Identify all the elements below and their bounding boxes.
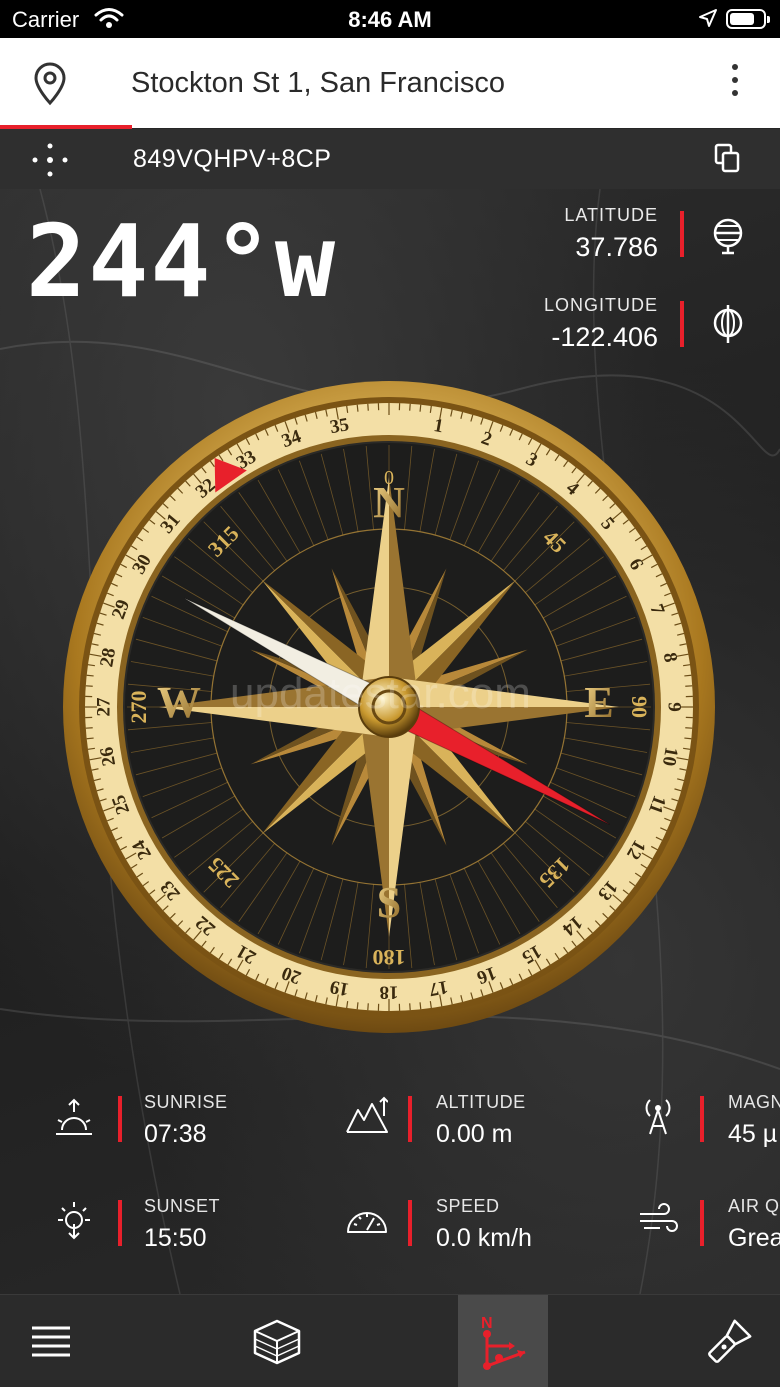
speed-label: SPEED (436, 1196, 500, 1216)
altitude-divider (408, 1096, 412, 1142)
plus-code-text[interactable]: 849VQHPV+8CP (133, 145, 331, 174)
compass-axes-icon: N (481, 1315, 526, 1370)
inner-degree-label: 0 (384, 467, 394, 489)
nav-map-button[interactable] (232, 1295, 322, 1387)
magnetic-cell: MAGN 45 µ (638, 1092, 780, 1196)
bezel-tick (419, 404, 422, 412)
nav-flashlight-button[interactable] (684, 1295, 774, 1387)
info-panel: SUNRISE 07:38 ALTITUDE 0.00 m MAGN 45 µ … (0, 1070, 780, 1292)
nav-menu-button[interactable] (6, 1295, 96, 1387)
bezel-tick (86, 674, 94, 677)
bezel-tick (86, 737, 94, 740)
more-options-icon[interactable] (728, 64, 742, 104)
bezel-number: 9 (664, 702, 685, 712)
nav-compass-button[interactable]: N (458, 1295, 548, 1387)
status-time: 8:46 AM (348, 7, 432, 32)
longitude-block: LONGITUDE -122.406 (544, 295, 658, 353)
cardinal-w: W (157, 678, 201, 727)
latitude-label: LATITUDE (564, 205, 658, 225)
sunset-label: SUNSET (144, 1196, 221, 1216)
watermark-text: updatestar.com (230, 669, 531, 718)
cardinal-e: E (584, 678, 613, 727)
sunset-cell: SUNSET 15:50 (54, 1196, 314, 1300)
latitude-value: 37.786 (575, 232, 658, 262)
bezel-number: 19 (328, 976, 350, 1000)
3d-map-icon (253, 1319, 301, 1364)
bezel-tick (684, 674, 692, 677)
latitude-divider (680, 211, 684, 257)
sunrise-label: SUNRISE (144, 1092, 228, 1112)
altitude-cell: ALTITUDE 0.00 m (346, 1092, 606, 1196)
speedometer-icon (346, 1200, 388, 1245)
bottom-nav: N (0, 1294, 780, 1387)
location-arrow-icon (698, 8, 718, 34)
heading-readout: 244°w (26, 203, 338, 320)
inner-degree-label: 270 (126, 691, 151, 724)
mountain-icon (346, 1096, 389, 1141)
svg-text:N: N (481, 1315, 493, 1332)
bezel-number: 26 (96, 745, 120, 767)
sunset-divider (118, 1200, 122, 1246)
map-pin-icon[interactable] (30, 62, 70, 111)
sunset-value: 15:50 (144, 1224, 207, 1252)
sunrise-icon (54, 1096, 94, 1141)
magnetic-label: MAGN (728, 1092, 780, 1112)
wind-icon (638, 1200, 678, 1245)
latitude-block: LATITUDE 37.786 (564, 205, 658, 263)
air-quality-label: AIR Q (728, 1196, 780, 1216)
magnetic-divider (700, 1096, 704, 1142)
speed-divider (408, 1200, 412, 1246)
bezel-tick (356, 1002, 359, 1010)
sunrise-divider (118, 1096, 122, 1142)
hamburger-menu-icon (32, 1326, 70, 1356)
longitude-value: -122.406 (551, 322, 658, 352)
altitude-value: 0.00 m (436, 1120, 513, 1148)
sunrise-value: 07:38 (144, 1120, 207, 1148)
address-text[interactable]: Stockton St 1, San Francisco (131, 67, 505, 100)
magnetic-value: 45 µ (728, 1120, 778, 1148)
inner-degree-label: 90 (627, 696, 652, 718)
longitude-label: LONGITUDE (543, 295, 658, 315)
air-quality-value: Grea (728, 1224, 780, 1252)
crosshair-icon[interactable] (32, 143, 68, 182)
air-quality-divider (700, 1200, 704, 1246)
status-bar: Carrier 8:46 AM (0, 0, 780, 38)
speed-cell: SPEED 0.0 km/h (346, 1196, 606, 1300)
bezel-number: 28 (96, 646, 120, 668)
cardinal-s: S (377, 878, 401, 927)
sunrise-cell: SUNRISE 07:38 (54, 1092, 314, 1196)
air-quality-cell: AIR Q Grea (638, 1196, 780, 1300)
bezel-tick (356, 404, 359, 412)
bezel-number: 18 (380, 982, 399, 1003)
bezel-number: 10 (658, 745, 682, 767)
inner-degree-label: 180 (373, 945, 406, 970)
battery-icon (726, 9, 770, 29)
longitude-divider (680, 301, 684, 347)
bezel-number: 27 (93, 697, 114, 717)
bezel-tick (419, 1002, 422, 1010)
copy-icon[interactable] (714, 143, 740, 178)
sunset-icon (54, 1200, 94, 1245)
longitude-globe-icon[interactable] (712, 303, 744, 350)
address-bar: Stockton St 1, San Francisco (0, 38, 780, 128)
altitude-label: ALTITUDE (436, 1092, 526, 1112)
bezel-number: 35 (328, 414, 350, 438)
speed-value: 0.0 km/h (436, 1224, 532, 1252)
antenna-icon (638, 1096, 678, 1141)
plus-code-bar: 849VQHPV+8CP (0, 129, 780, 189)
flashlight-icon (708, 1319, 752, 1363)
bezel-tick (684, 737, 692, 740)
latitude-globe-icon[interactable] (712, 215, 744, 260)
